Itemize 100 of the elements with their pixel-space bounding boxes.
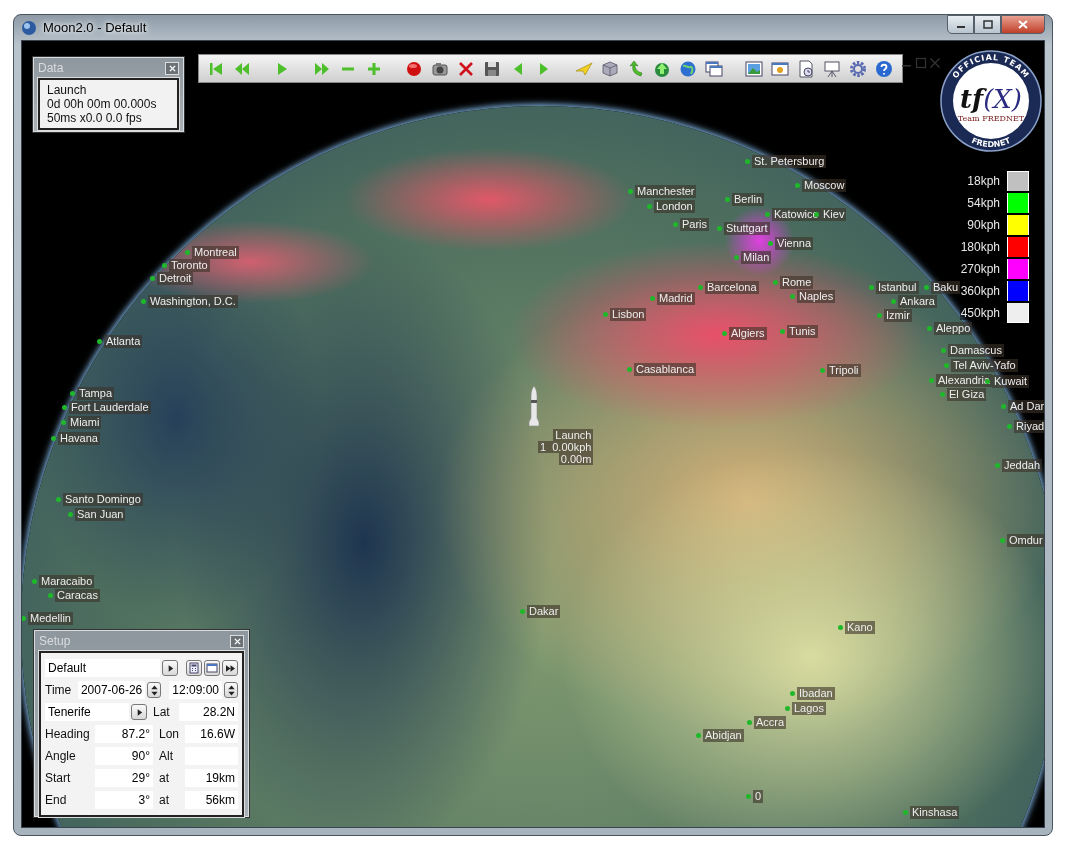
city-dot-icon — [995, 463, 1000, 468]
city-dot-icon — [162, 263, 167, 268]
city-dot-icon — [62, 405, 67, 410]
city-dot-icon — [141, 299, 146, 304]
document-clock-icon[interactable] — [797, 59, 815, 78]
city-dot-icon — [185, 250, 190, 255]
legend-label: 180kph — [959, 240, 1001, 254]
city-dot-icon — [944, 363, 949, 368]
play-button[interactable] — [131, 704, 147, 720]
minimize-button[interactable] — [947, 15, 974, 34]
city-dot-icon — [628, 189, 633, 194]
input-field[interactable]: 56km — [185, 791, 238, 809]
legend-label: 450kph — [959, 306, 1001, 320]
city-label: Dakar — [527, 605, 561, 618]
city-label: Caracas — [55, 589, 100, 602]
city-label: Stuttgart — [724, 222, 770, 235]
calculator-icon — [188, 662, 200, 674]
input-field[interactable]: 3° — [95, 791, 153, 809]
city-label: Jeddah — [1002, 459, 1043, 472]
city-label: Havana — [58, 432, 100, 445]
city-label: Paris — [680, 218, 710, 231]
city-dot-icon — [940, 392, 945, 397]
city-dot-icon — [891, 299, 896, 304]
city-dot-icon — [780, 329, 785, 334]
site-field[interactable]: Tenerife — [45, 703, 129, 721]
input-field[interactable]: 19km — [185, 769, 238, 787]
city-label: Ad Dar — [1008, 400, 1044, 413]
picture-icon[interactable] — [745, 59, 763, 78]
city-dot-icon — [790, 294, 795, 299]
close-button[interactable] — [1001, 15, 1045, 34]
readout-text: Launch — [47, 83, 88, 97]
field-label: Angle — [45, 749, 77, 763]
slide-icon[interactable] — [771, 59, 789, 78]
rocket-label: 1 0.00kph — [538, 441, 594, 453]
preset-field[interactable]: Default — [45, 659, 160, 677]
easel-icon[interactable] — [823, 59, 841, 78]
maximize-icon — [982, 20, 993, 29]
rocket-icon — [527, 386, 541, 426]
city-dot-icon — [924, 285, 929, 290]
curved-arrow-icon[interactable] — [627, 59, 645, 78]
cross-icon[interactable] — [457, 59, 475, 78]
city-dot-icon — [820, 368, 825, 373]
input-field[interactable]: 87.2° — [95, 725, 153, 743]
city-dot-icon — [48, 593, 53, 598]
window-title: Moon2.0 - Default — [43, 20, 147, 35]
settings-icon[interactable] — [849, 59, 867, 78]
city-label: Tunis — [787, 325, 818, 338]
city-label: Tel Aviv-Yafo — [951, 359, 1018, 372]
readout-text: 50ms x0.0 0.0 fps — [47, 111, 143, 125]
field-label: Start — [45, 771, 72, 785]
windows-icon[interactable] — [705, 59, 723, 78]
city-label: Kiev — [821, 208, 847, 221]
city-dot-icon — [61, 420, 66, 425]
city-label: Casablanca — [634, 363, 697, 376]
field-label: at — [158, 793, 170, 807]
city-dot-icon — [765, 212, 770, 217]
field-label: Alt — [158, 749, 174, 763]
legend-label: 18kph — [966, 174, 1001, 188]
city-label: Rome — [780, 276, 814, 289]
city-label: Accra — [754, 716, 787, 729]
city-label: Naples — [797, 290, 836, 303]
field-label: Time — [45, 683, 73, 697]
city-label: Madrid — [657, 292, 695, 305]
window-icon — [206, 662, 218, 674]
city-dot-icon — [747, 720, 752, 725]
city-label: Katowice — [772, 208, 821, 221]
latitude-field[interactable]: 28.2N — [179, 703, 238, 721]
city-dot-icon — [734, 255, 739, 260]
date-field[interactable]: 2007-06-26 — [77, 681, 146, 699]
input-field[interactable]: 90° — [95, 747, 153, 765]
help-icon[interactable] — [875, 59, 893, 78]
spinner-button[interactable] — [224, 682, 238, 698]
input-field[interactable]: 29° — [95, 769, 153, 787]
city-label: Washington, D.C. — [148, 295, 238, 308]
spinner-button[interactable] — [147, 682, 162, 698]
calculator-button[interactable] — [186, 660, 202, 676]
save-icon[interactable] — [483, 59, 501, 78]
field-label: Heading — [45, 727, 91, 741]
city-dot-icon — [985, 379, 990, 384]
city-label: El Giza — [947, 388, 987, 401]
play-button[interactable] — [162, 660, 178, 676]
globe-icon[interactable] — [679, 59, 697, 78]
city-dot-icon — [1000, 538, 1005, 543]
cube-icon[interactable] — [601, 59, 619, 78]
legend-label: 90kph — [966, 218, 1001, 232]
city-label: Detroit — [157, 272, 194, 285]
window-button[interactable] — [204, 660, 220, 676]
city-dot-icon — [696, 733, 701, 738]
city-label: Tampa — [77, 387, 115, 400]
city-label: Milan — [741, 251, 772, 264]
maximize-button[interactable] — [974, 15, 1001, 34]
city-dot-icon — [814, 212, 819, 217]
city-label: Aleppo — [934, 322, 973, 335]
city-label: London — [654, 200, 695, 213]
input-field[interactable]: 16.6W — [185, 725, 238, 743]
record-icon[interactable] — [405, 59, 423, 78]
field-label: Lat — [152, 705, 171, 719]
fast-forward-button[interactable] — [222, 660, 238, 676]
city-label: Santo Domingo — [63, 493, 143, 506]
time-field[interactable]: 12:09:00 — [169, 681, 222, 699]
